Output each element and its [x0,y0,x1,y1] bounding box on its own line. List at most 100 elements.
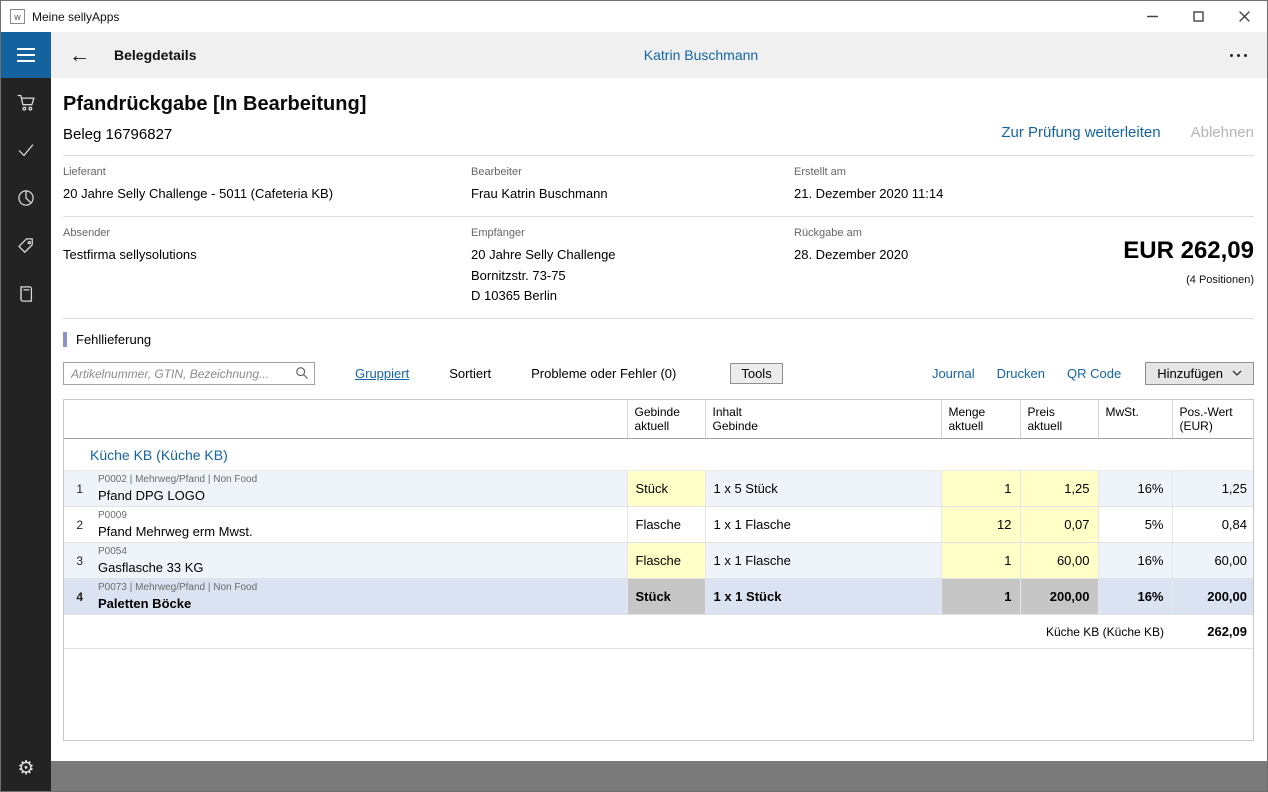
more-icon [1230,54,1233,57]
maximize-button[interactable] [1175,1,1221,32]
qr-code-link[interactable]: QR Code [1067,366,1121,381]
grouped-link[interactable]: Gruppiert [355,366,409,381]
more-button[interactable] [1228,48,1249,63]
field-value-empfaenger: 20 Jahre Selly Challenge Bornitzstr. 73-… [471,245,794,307]
field-label-bearbeiter: Bearbeiter [471,166,794,178]
divider [63,318,1254,319]
menge-cell[interactable]: 1 [941,471,1020,507]
document-title: Pfandrückgabe [In Bearbeitung] [63,93,366,116]
tools-button[interactable]: Tools [730,363,782,384]
mwst-cell: 16% [1098,579,1172,615]
gebinde-cell[interactable]: Flasche [627,507,705,543]
table-row[interactable]: 1 P0002 | Mehrweg/Pfand | Non Food Pfand… [64,471,1254,507]
gebinde-cell[interactable]: Flasche [627,543,705,579]
reject-button[interactable]: Ablehnen [1191,124,1254,141]
sidebar-item-reports[interactable] [1,174,51,222]
article-cell: P0054 Gasflasche 33 KG [90,543,627,579]
journal-link[interactable]: Journal [932,366,975,381]
field-value-rueckgabe: 28. Dezember 2020 [794,245,908,266]
print-link[interactable]: Drucken [997,366,1045,381]
wert-cell: 200,00 [1172,579,1254,615]
inhalt-cell: 1 x 1 Stück [705,579,941,615]
field-value-lieferant: 20 Jahre Selly Challenge - 5011 (Cafeter… [63,184,471,205]
article-code: P0009 [98,510,619,521]
gear-icon: ⚙ [17,759,34,778]
field-label-empfaenger: Empfänger [471,227,794,239]
article-name: Pfand DPG LOGO [98,488,619,503]
gebinde-cell[interactable]: Stück [627,579,705,615]
article-name: Paletten Böcke [98,596,619,611]
group-footer-total: 262,09 [1172,615,1254,649]
problems-link[interactable]: Probleme oder Fehler (0) [531,366,676,381]
sidebar-spacer [1,318,51,745]
back-button[interactable]: ← [69,45,90,66]
col-header-rownum [64,400,90,439]
hamburger-icon [17,48,35,50]
article-cell: P0073 | Mehrweg/Pfand | Non Food Palette… [90,579,627,615]
titlebar: w Meine sellyApps [1,1,1267,32]
sidebar-item-prices[interactable] [1,222,51,270]
sidebar-item-cart[interactable] [1,78,51,126]
checkmark-icon [16,140,36,160]
total-amount: EUR 262,09 [1123,237,1254,265]
tag-icon [16,236,36,256]
menge-cell[interactable]: 1 [941,579,1020,615]
sidebar: ⚙ [1,32,51,791]
app-icon: w [10,9,25,24]
field-value-absender: Testfirma sellysolutions [63,245,471,266]
minimize-button[interactable] [1129,1,1175,32]
preis-cell[interactable]: 60,00 [1020,543,1098,579]
main-content: Pfandrückgabe [In Bearbeitung] Beleg 167… [51,78,1267,761]
sidebar-item-tasks[interactable] [1,126,51,174]
menge-cell[interactable]: 1 [941,543,1020,579]
field-label-lieferant: Lieferant [63,166,471,178]
article-cell: P0009 Pfand Mehrweg erm Mwst. [90,507,627,543]
close-icon [1239,11,1250,22]
menge-cell[interactable]: 12 [941,507,1020,543]
col-header-article [90,400,627,439]
search-icon[interactable] [295,366,309,380]
table-header-row: Gebinde aktuell Inhalt Gebinde Menge akt… [64,400,1254,439]
sorted-link[interactable]: Sortiert [449,366,491,381]
app-header: ← Belegdetails Katrin Buschmann [51,32,1267,78]
group-footer-label: Küche KB (Küche KB) [64,615,1172,649]
wert-cell: 60,00 [1172,543,1254,579]
pie-chart-icon [16,188,36,208]
field-label-absender: Absender [63,227,471,239]
minimize-icon [1147,11,1158,22]
menu-button[interactable] [1,32,51,78]
positions-count: (4 Positionen) [1123,274,1254,286]
field-value-bearbeiter: Frau Katrin Buschmann [471,184,794,205]
search-input[interactable] [63,362,315,385]
window-controls [1129,1,1267,32]
page-title: Belegdetails [114,47,196,63]
article-code: P0073 | Mehrweg/Pfand | Non Food [98,582,619,593]
inhalt-cell: 1 x 5 Stück [705,471,941,507]
group-header-row[interactable]: Küche KB (Küche KB) [64,439,1254,471]
close-button[interactable] [1221,1,1267,32]
preis-cell[interactable]: 200,00 [1020,579,1098,615]
sidebar-item-catalog[interactable] [1,270,51,318]
table-row[interactable]: 3 P0054 Gasflasche 33 KG Flasche 1 x 1 F… [64,543,1254,579]
table-row[interactable]: 2 P0009 Pfand Mehrweg erm Mwst. Flasche … [64,507,1254,543]
list-toolbar: Gruppiert Sortiert Probleme oder Fehler … [63,362,1254,385]
app-window: w Meine sellyApps [0,0,1268,792]
row-number: 2 [64,507,90,543]
group-footer-row: Küche KB (Küche KB) 262,09 [64,615,1254,649]
forward-for-review-button[interactable]: Zur Prüfung weiterleiten [1001,124,1160,141]
maximize-icon [1193,11,1204,22]
table-row-selected[interactable]: 4 P0073 | Mehrweg/Pfand | Non Food Palet… [64,579,1254,615]
sidebar-item-settings[interactable]: ⚙ [1,745,51,791]
article-code: P0054 [98,546,619,557]
book-icon [16,284,36,304]
add-button[interactable]: Hinzufügen [1145,362,1254,385]
preis-cell[interactable]: 1,25 [1020,471,1098,507]
preis-cell[interactable]: 0,07 [1020,507,1098,543]
gebinde-cell[interactable]: Stück [627,471,705,507]
col-header-gebinde: Gebinde aktuell [627,400,705,439]
col-header-mwst: MwSt. [1098,400,1172,439]
back-arrow-icon: ← [69,44,90,67]
user-name[interactable]: Katrin Buschmann [644,47,758,63]
wert-cell: 1,25 [1172,471,1254,507]
article-name: Pfand Mehrweg erm Mwst. [98,524,619,539]
